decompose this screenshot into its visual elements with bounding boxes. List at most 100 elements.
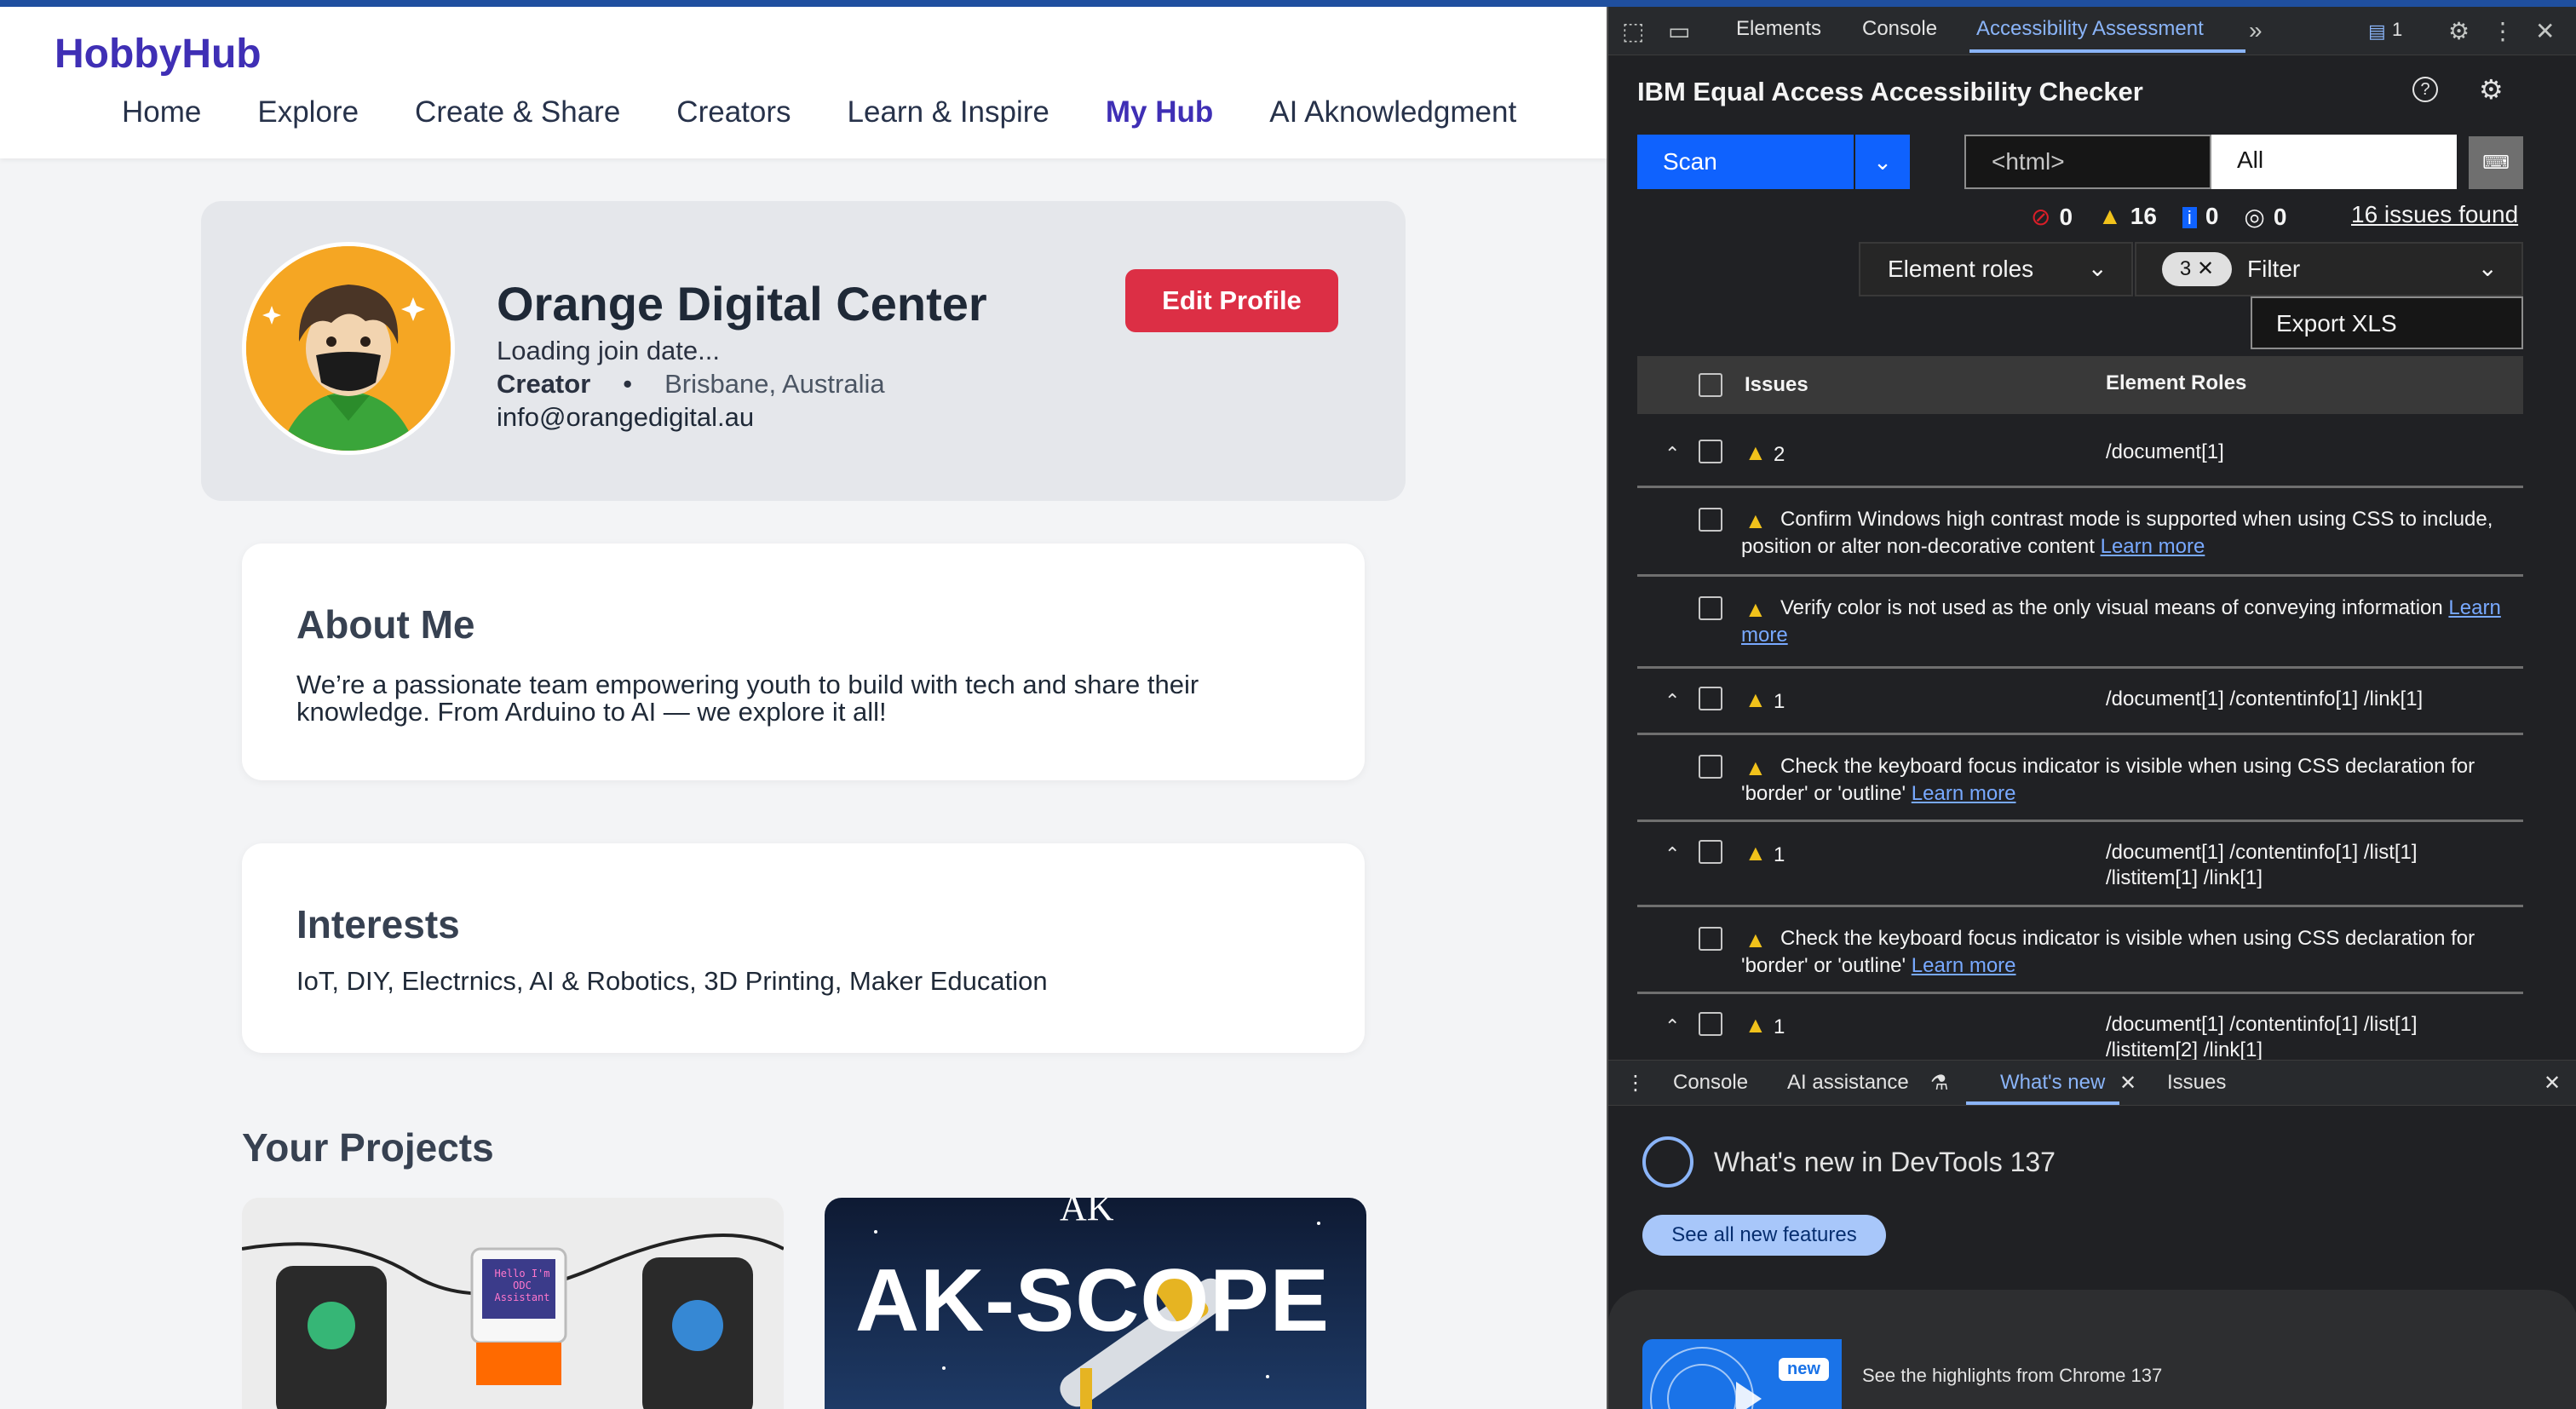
chevron-up-icon[interactable]: ⌃	[1665, 690, 1680, 712]
nav-create-share[interactable]: Create & Share	[415, 95, 620, 129]
keyboard-checker-icon[interactable]: ⌨	[2469, 136, 2523, 189]
warning-icon: ▲	[2098, 203, 2122, 229]
drawer-tab-console[interactable]: Console	[1673, 1071, 1748, 1095]
col-issues: Issues	[1745, 373, 1808, 396]
nav-explore[interactable]: Explore	[257, 95, 359, 129]
issue-row[interactable]: ▲ Verify color is not used as the only v…	[1637, 578, 2523, 669]
element-role-path: /document[1] /contentinfo[1] /list[1] /l…	[2106, 841, 2418, 889]
issue-checkbox[interactable]	[1699, 596, 1722, 620]
issue-message: Check the keyboard focus indicator is vi…	[1741, 927, 2475, 977]
drawer-tab-issues[interactable]: Issues	[2167, 1071, 2226, 1095]
more-tabs-icon[interactable]: »	[2249, 17, 2263, 44]
chevron-up-icon[interactable]: ⌃	[1665, 1015, 1680, 1038]
issue-group-row[interactable]: ⌃ ▲ 1 /document[1] /contentinfo[1] /list…	[1637, 995, 2523, 1061]
help-icon[interactable]: ?	[2412, 77, 2438, 102]
nav-home[interactable]: Home	[122, 95, 201, 129]
issue-row[interactable]: ▲ Check the keyboard focus indicator is …	[1637, 736, 2523, 822]
issue-row[interactable]: ▲ Check the keyboard focus indicator is …	[1637, 908, 2523, 994]
nav-learn-inspire[interactable]: Learn & Inspire	[848, 95, 1049, 129]
issue-group-row[interactable]: ⌃ ▲ 2 /document[1]	[1637, 423, 2523, 488]
interests-card: Interests IoT, DIY, Electrnics, AI & Rob…	[242, 843, 1365, 1053]
drawer-menu-icon[interactable]: ⋮	[1625, 1071, 1646, 1096]
tab-elements[interactable]: Elements	[1736, 17, 1821, 41]
inspect-element-icon[interactable]: ⬚	[1622, 17, 1644, 45]
element-role-path: /document[1]	[2106, 440, 2224, 463]
interests-text: IoT, DIY, Electrnics, AI & Robotics, 3D …	[296, 966, 1048, 996]
about-title: About Me	[296, 602, 475, 647]
issue-checkbox[interactable]	[1699, 927, 1722, 951]
filter-count-tag[interactable]: 3 ✕	[2162, 252, 2232, 286]
checker-title: IBM Equal Access Accessibility Checker	[1637, 77, 2143, 106]
hidden-eye-icon: ◎	[2244, 204, 2265, 230]
warning-icon: ▲	[1745, 1012, 1767, 1038]
element-role-path: /document[1] /contentinfo[1] /link[1]	[2106, 687, 2424, 710]
highlight-card[interactable]: new See the highlights from Chrome 137	[1608, 1290, 2576, 1409]
drawer-tab-ai-assistance[interactable]: AI assistance	[1787, 1071, 1909, 1095]
close-drawer-icon[interactable]: ✕	[2544, 1071, 2561, 1096]
browser-top-border	[0, 0, 2576, 7]
close-tab-icon[interactable]: ✕	[2119, 1071, 2136, 1096]
hidden-count: ◎ 0	[2244, 204, 2287, 230]
issues-badge-count: 1	[2392, 19, 2403, 40]
group-count: 1	[1774, 690, 1785, 713]
tab-accessibility-assessment[interactable]: Accessibility Assessment	[1976, 17, 2204, 41]
project-card-odc-assistant[interactable]: Hello I'm ODC Assistant	[242, 1198, 784, 1409]
scan-button[interactable]: Scan	[1637, 135, 1854, 189]
see-all-features-button[interactable]: See all new features	[1642, 1215, 1886, 1256]
group-checkbox[interactable]	[1699, 1012, 1722, 1036]
main-nav: Home Explore Create & Share Creators Lea…	[122, 95, 1573, 129]
highlight-description: See the highlights from Chrome 137	[1862, 1365, 2163, 1386]
issue-checkbox[interactable]	[1699, 508, 1722, 532]
active-tab-indicator	[1969, 49, 2245, 53]
nav-ai-acknowledgment[interactable]: AI Aknowledgment	[1269, 95, 1516, 129]
settings-gear-icon[interactable]: ⚙	[2448, 17, 2470, 45]
chevron-up-icon[interactable]: ⌃	[1665, 843, 1680, 866]
brand-logo[interactable]: HobbyHub	[55, 31, 262, 78]
select-all-checkbox[interactable]	[1699, 373, 1722, 397]
learn-more-link[interactable]: Learn more	[1912, 954, 2016, 977]
kebab-menu-icon[interactable]: ⋮	[2491, 17, 2515, 45]
group-count: 2	[1774, 443, 1785, 466]
info-count: i0	[2182, 203, 2218, 231]
edit-profile-button[interactable]: Edit Profile	[1125, 269, 1338, 332]
issue-group-row[interactable]: ⌃ ▲ 1 /document[1] /contentinfo[1] /link…	[1637, 670, 2523, 735]
nav-creators[interactable]: Creators	[676, 95, 791, 129]
learn-more-link[interactable]: Learn more	[1912, 782, 2016, 805]
flask-icon: ⚗	[1930, 1072, 1949, 1095]
nav-my-hub[interactable]: My Hub	[1106, 95, 1213, 129]
group-checkbox[interactable]	[1699, 440, 1722, 463]
issue-group-row[interactable]: ⌃ ▲ 1 /document[1] /contentinfo[1] /list…	[1637, 823, 2523, 907]
profile-location: Brisbane, Australia	[664, 369, 885, 399]
group-checkbox[interactable]	[1699, 840, 1722, 864]
project-card-ak-scope[interactable]: AK AK-SCOPE	[825, 1198, 1366, 1409]
warning-icon: ▲	[1745, 440, 1767, 465]
group-checkbox[interactable]	[1699, 687, 1722, 710]
issue-row[interactable]: ▲ Confirm Windows high contrast mode is …	[1637, 489, 2523, 577]
export-xls-menuitem[interactable]: Export XLS	[2251, 296, 2523, 349]
drawer-tab-whats-new[interactable]: What's new	[2000, 1071, 2105, 1095]
issues-badge-icon[interactable]: ▤	[2368, 20, 2386, 43]
projects-title: Your Projects	[242, 1125, 494, 1170]
new-badge: new	[1779, 1358, 1829, 1381]
close-devtools-icon[interactable]: ✕	[2535, 17, 2555, 45]
clear-filter-icon[interactable]: ✕	[2197, 257, 2214, 280]
checker-settings-icon[interactable]: ⚙	[2479, 73, 2504, 106]
warning-icon: ▲	[1745, 687, 1767, 712]
scope-select-html[interactable]: <html>	[1964, 135, 2211, 189]
element-roles-select[interactable]: Element roles ⌄	[1859, 242, 2133, 296]
profile-meta: Creator • Brisbane, Australia	[497, 369, 885, 400]
scope-select-all[interactable]: All	[2211, 135, 2457, 189]
scan-dropdown-chevron-icon[interactable]: ⌄	[1855, 135, 1910, 189]
element-roles-label: Element roles	[1888, 256, 2034, 282]
warning-count: ▲ 16	[2098, 203, 2157, 229]
learn-more-link[interactable]: Learn more	[2101, 535, 2205, 558]
issue-checkbox[interactable]	[1699, 755, 1722, 779]
issues-found-link[interactable]: 16 issues found	[2351, 201, 2518, 228]
device-toolbar-icon[interactable]: ▭	[1668, 17, 1690, 45]
tab-console[interactable]: Console	[1862, 17, 1937, 41]
chevron-up-icon[interactable]: ⌃	[1665, 443, 1680, 465]
profile-card: Orange Digital Center Loading join date.…	[201, 201, 1406, 501]
project-image-speakers	[242, 1198, 784, 1409]
ak-logo: AK	[1060, 1198, 1114, 1228]
info-icon: i	[2182, 207, 2197, 228]
